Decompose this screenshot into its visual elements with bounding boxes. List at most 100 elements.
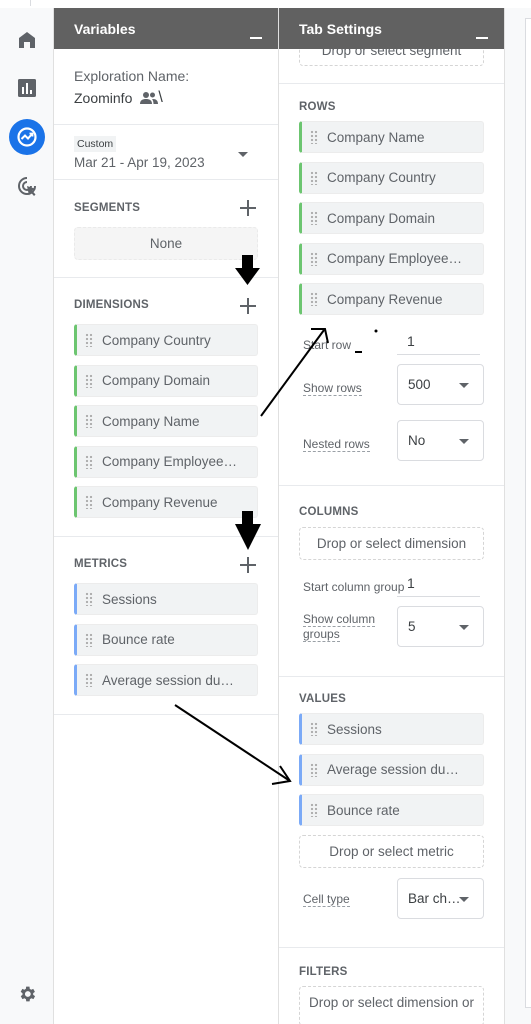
- tab-settings-header: Tab Settings: [279, 8, 504, 49]
- drag-handle-icon[interactable]: [310, 762, 318, 777]
- nav-rail: [0, 8, 54, 1024]
- nested-rows-setting: Nested rows No: [299, 419, 484, 464]
- nav-explore[interactable]: [9, 119, 45, 155]
- drag-handle-icon[interactable]: [85, 673, 93, 687]
- columns-title: COLUMNS: [299, 506, 359, 518]
- dimension-chip[interactable]: Company Name: [74, 405, 258, 437]
- nested-rows-label: Nested rows: [303, 436, 370, 452]
- exploration-name-section: Exploration Name: Zoominfo \: [54, 49, 278, 125]
- minimize-tab-settings-button[interactable]: [476, 26, 488, 39]
- chevron-down-icon: [459, 438, 469, 444]
- segments-title: SEGMENTS: [74, 202, 141, 214]
- dimension-chip[interactable]: Company Revenue: [74, 486, 258, 518]
- chevron-down-icon: [459, 625, 469, 630]
- row-chip[interactable]: Company Country: [299, 161, 484, 194]
- canvas-card: [525, 18, 531, 1008]
- filters-title: FILTERS: [299, 966, 348, 978]
- start-column-group-setting: Start column group 1: [299, 566, 484, 606]
- segments-section: SEGMENTS None: [54, 180, 278, 278]
- values-dropzone[interactable]: Drop or select metric: [299, 834, 484, 868]
- dimension-chip[interactable]: Company Domain: [74, 364, 258, 397]
- variables-header: Variables: [54, 8, 278, 49]
- row-chip[interactable]: Company Employee…: [299, 242, 484, 275]
- start-row-label: Start row: [303, 337, 352, 352]
- show-column-groups-select[interactable]: 5: [397, 606, 484, 647]
- explore-icon: [17, 127, 37, 147]
- show-column-groups-setting: Show column groups 5: [299, 606, 484, 650]
- columns-section: COLUMNS Drop or select dimension Start c…: [279, 486, 504, 677]
- drag-handle-icon[interactable]: [85, 333, 93, 347]
- drag-handle-icon[interactable]: [85, 414, 93, 428]
- nav-home[interactable]: [9, 22, 45, 58]
- date-range-dropdown-icon: [238, 152, 248, 157]
- bar-chart-icon: [18, 79, 36, 97]
- drag-handle-icon[interactable]: [310, 292, 318, 306]
- row-chip[interactable]: Company Name: [299, 121, 484, 153]
- home-icon: [19, 32, 35, 48]
- date-range-picker[interactable]: Custom Mar 21 - Apr 19, 2023: [54, 125, 278, 180]
- drag-handle-icon[interactable]: [310, 130, 318, 144]
- cell-type-setting: Cell type Bar ch…: [299, 877, 484, 922]
- metrics-title: METRICS: [74, 558, 128, 570]
- metrics-section: METRICS Sessions Bounce rate Average ses…: [54, 537, 278, 715]
- variables-title: Variables: [74, 20, 136, 37]
- show-rows-select[interactable]: 500: [397, 363, 484, 405]
- drag-handle-icon[interactable]: [85, 592, 93, 606]
- columns-dropzone[interactable]: Drop or select dimension: [299, 527, 484, 560]
- chevron-down-icon: [459, 896, 469, 902]
- nested-rows-select[interactable]: No: [397, 419, 484, 461]
- add-metric-button[interactable]: [240, 557, 256, 573]
- date-range-value: Mar 21 - Apr 19, 2023: [74, 155, 205, 170]
- show-rows-setting: Show rows 500: [299, 363, 484, 420]
- rows-title: ROWS: [299, 101, 336, 113]
- show-rows-label: Show rows: [303, 380, 362, 396]
- gear-icon: [20, 986, 36, 1002]
- rows-section: ROWS Company Name Company Country Compan…: [279, 84, 504, 486]
- row-chip[interactable]: Company Domain: [299, 202, 484, 234]
- dimensions-title: DIMENSIONS: [74, 299, 149, 311]
- people-icon: [140, 92, 159, 104]
- add-dimension-button[interactable]: [240, 298, 256, 314]
- drag-handle-icon[interactable]: [85, 454, 93, 469]
- drag-handle-icon[interactable]: [310, 803, 318, 817]
- nav-settings[interactable]: [9, 976, 45, 1012]
- start-row-input[interactable]: 1: [397, 329, 480, 355]
- drag-handle-icon[interactable]: [85, 373, 93, 388]
- drag-handle-icon[interactable]: [85, 495, 93, 509]
- row-chip[interactable]: Company Revenue: [299, 283, 484, 315]
- drag-handle-icon[interactable]: [310, 251, 318, 266]
- metric-chip[interactable]: Bounce rate: [74, 623, 258, 656]
- metric-chip[interactable]: Sessions: [74, 583, 258, 615]
- metric-chip[interactable]: Average session du…: [74, 664, 258, 696]
- values-title: VALUES: [299, 693, 346, 705]
- nav-advertising[interactable]: [9, 168, 45, 204]
- dimension-chip[interactable]: Company Employee…: [74, 445, 258, 478]
- values-section: VALUES Sessions Average session du… Boun…: [279, 677, 504, 948]
- minimize-variables-button[interactable]: [250, 26, 262, 39]
- nav-reports[interactable]: [9, 70, 45, 106]
- filters-dropzone[interactable]: Drop or select dimension or: [299, 986, 484, 1024]
- canvas-area: [505, 8, 531, 1024]
- variables-panel: Variables Exploration Name: Zoominfo \ C…: [54, 8, 279, 1024]
- drag-handle-icon[interactable]: [310, 170, 318, 185]
- chevron-down-icon: [459, 382, 469, 388]
- exploration-name-value[interactable]: Zoominfo: [74, 90, 132, 106]
- cell-type-select[interactable]: Bar ch…: [397, 877, 484, 919]
- value-chip[interactable]: Bounce rate: [299, 794, 484, 826]
- start-column-group-input[interactable]: 1: [397, 571, 480, 597]
- date-range-badge: Custom: [74, 136, 117, 152]
- start-column-group-label: Start column group: [303, 580, 405, 594]
- value-chip[interactable]: Average session du…: [299, 753, 484, 786]
- exploration-name-label: Exploration Name:: [74, 68, 190, 84]
- cursor-target-icon: [18, 177, 36, 196]
- segments-value[interactable]: None: [74, 227, 258, 260]
- drag-handle-icon[interactable]: [85, 632, 93, 647]
- dimension-chip[interactable]: Company Country: [74, 324, 258, 356]
- add-segment-button[interactable]: [240, 200, 256, 216]
- show-column-groups-label: Show column groups: [303, 612, 376, 642]
- top-edge: [0, 0, 531, 8]
- drag-handle-icon[interactable]: [310, 722, 318, 736]
- start-row-setting: Start row 1: [299, 324, 484, 364]
- drag-handle-icon[interactable]: [310, 211, 318, 225]
- value-chip[interactable]: Sessions: [299, 713, 484, 745]
